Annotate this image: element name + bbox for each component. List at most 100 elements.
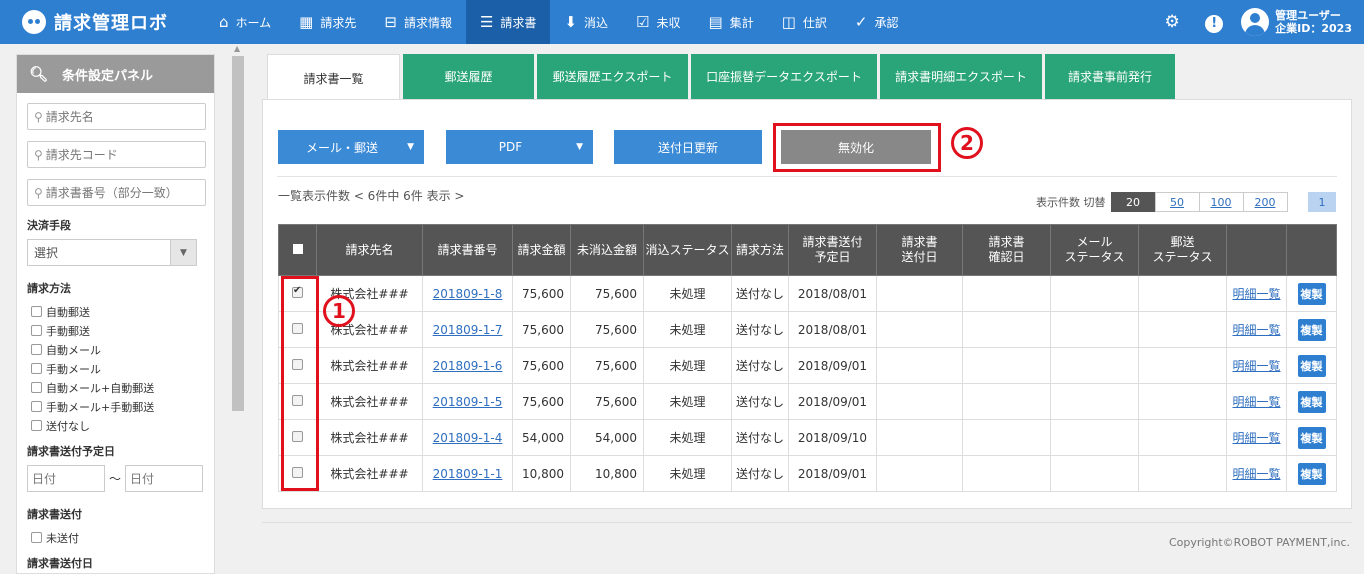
method-checkbox-5[interactable]: 手動メール+手動郵送 <box>27 397 204 416</box>
nav-label: 集計 <box>729 15 754 30</box>
select-all-header[interactable] <box>278 224 317 276</box>
invoice-number-link[interactable]: 201809-1-8 <box>422 275 513 312</box>
per-page-200[interactable]: 200 <box>1242 192 1288 212</box>
sent-date-cell <box>876 347 963 384</box>
client-name-input[interactable]: ⚲ 請求先名 <box>27 103 206 130</box>
search-icon: ⚲ <box>34 185 43 200</box>
method-label: 請求方法 <box>27 282 71 295</box>
panel-header[interactable]: 🔍︎ 条件設定パネル <box>17 55 214 93</box>
duplicate-button[interactable]: 複製 <box>1297 426 1326 449</box>
unsent-checkbox[interactable]: 未送付 <box>27 528 204 547</box>
nav-item-6[interactable]: ▤ 集計 <box>695 0 768 44</box>
annotation-two: 2 <box>951 127 983 159</box>
sidebar-scrollbar[interactable]: ▲ <box>231 44 245 574</box>
nav-item-5[interactable]: ☑ 未収 <box>622 0 694 44</box>
method-checkbox-6[interactable]: 送付なし <box>27 416 204 435</box>
duplicate-button[interactable]: 複製 <box>1297 462 1326 485</box>
tab-1[interactable]: 郵送履歴 <box>403 54 534 99</box>
amount-cell: 54,000 <box>512 419 571 456</box>
tab-2[interactable]: 郵送履歴エクスポート <box>537 54 688 99</box>
duplicate-button[interactable]: 複製 <box>1297 318 1326 341</box>
checkbox-icon: ☑ <box>636 13 650 31</box>
invoice-number-link[interactable]: 201809-1-4 <box>422 419 513 456</box>
duplicate-button[interactable]: 複製 <box>1297 390 1326 413</box>
method-checkbox-0[interactable]: 自動郵送 <box>27 302 204 321</box>
detail-link[interactable]: 明細一覧 <box>1226 347 1287 384</box>
detail-link[interactable]: 明細一覧 <box>1226 383 1287 420</box>
nav-item-8[interactable]: ✓ 承認 <box>841 0 913 44</box>
duplicate-button[interactable]: 複製 <box>1297 354 1326 377</box>
date-from-input[interactable]: 日付 <box>27 465 105 492</box>
nav-right: ⚙ ! 管理ユーザー 企業ID：2023 <box>1151 0 1364 44</box>
divider <box>277 176 1337 177</box>
invoice-number-link[interactable]: 201809-1-5 <box>422 383 513 420</box>
invalidate-button[interactable]: 無効化 <box>781 130 931 164</box>
tab-4[interactable]: 請求書明細エクスポート <box>880 54 1042 99</box>
sent-date-cell <box>876 383 963 420</box>
pdf-button[interactable]: PDF ▼ <box>446 130 593 164</box>
select-all-checkbox[interactable] <box>292 243 303 254</box>
per-page-20[interactable]: 20 <box>1110 192 1156 212</box>
nav-item-1[interactable]: ▦ 請求先 <box>285 0 370 44</box>
client-code-input[interactable]: ⚲ 請求先コード <box>27 141 206 168</box>
detail-link[interactable]: 明細一覧 <box>1226 419 1287 456</box>
tab-3[interactable]: 口座振替データエクスポート <box>691 54 877 99</box>
method-checkbox-4[interactable]: 自動メール+自動郵送 <box>27 378 204 397</box>
nav-item-7[interactable]: ◫ 仕訳 <box>768 0 841 44</box>
notice-icon[interactable]: ! <box>1193 12 1235 33</box>
amount-cell: 75,600 <box>512 347 571 384</box>
gear-icon[interactable]: ⚙ <box>1151 12 1193 32</box>
nav-item-3[interactable]: ☰ 請求書 <box>465 0 551 44</box>
scroll-up-icon[interactable]: ▲ <box>234 44 240 53</box>
tab-5[interactable]: 請求書事前発行 <box>1045 54 1175 99</box>
duplicate-button[interactable]: 複製 <box>1297 282 1326 305</box>
invoice-number-link[interactable]: 201809-1-6 <box>422 347 513 384</box>
scheduled-date-cell: 2018/09/01 <box>788 383 877 420</box>
per-page-100[interactable]: 100 <box>1198 192 1244 212</box>
per-page-50[interactable]: 50 <box>1154 192 1200 212</box>
page-1-button[interactable]: 1 <box>1308 192 1336 212</box>
client-cell: 株式会社### <box>316 419 423 456</box>
nav-label: ホーム <box>235 15 272 30</box>
status-cell: 未処理 <box>643 383 732 420</box>
per-page-switcher: 表示件数 切替 20 50 100 200 <box>1036 192 1288 212</box>
amount-cell: 75,600 <box>512 383 571 420</box>
duplicate-cell: 複製 <box>1286 455 1337 492</box>
scheduled-date-cell: 2018/09/01 <box>788 455 877 492</box>
invoice-number-link[interactable]: 201809-1-7 <box>422 311 513 348</box>
footer-divider <box>262 522 1352 523</box>
detail-link[interactable]: 明細一覧 <box>1226 275 1287 312</box>
date-to-input[interactable]: 日付 <box>125 465 204 492</box>
chevron-down-icon: ▼ <box>170 240 196 265</box>
scroll-thumb[interactable] <box>232 56 244 411</box>
columns-icon: ◫ <box>781 13 796 31</box>
update-send-date-button[interactable]: 送付日更新 <box>614 130 762 164</box>
payment-select[interactable]: 選択 ▼ <box>27 239 197 266</box>
brand-logo[interactable]: 請求管理ロボ <box>0 9 205 35</box>
amount-cell: 75,600 <box>512 311 571 348</box>
nav-item-2[interactable]: ⊟ 請求情報 <box>370 0 466 44</box>
detail-link[interactable]: 明細一覧 <box>1226 311 1287 348</box>
column-header-1: 請求書番号 <box>422 224 513 276</box>
status-cell: 未処理 <box>643 347 732 384</box>
copyright: Copyright©ROBOT PAYMENT,inc. <box>1168 536 1350 549</box>
mail-post-button[interactable]: メール・郵送 ▼ <box>278 130 424 164</box>
method-checkbox-3[interactable]: 手動メール <box>27 359 204 378</box>
method-checkbox-1[interactable]: 手動郵送 <box>27 321 204 340</box>
nav-item-0[interactable]: ⌂ ホーム <box>205 0 285 44</box>
detail-link[interactable]: 明細一覧 <box>1226 455 1287 492</box>
confirmed-date-cell <box>962 383 1051 420</box>
invoice-number-link[interactable]: 201809-1-1 <box>422 455 513 492</box>
invoice-number-input[interactable]: ⚲ 請求書番号（部分一致） <box>27 179 206 206</box>
table-row: 株式会社### 201809-1-5 75,600 75,600 未処理 送付なし 2018… <box>278 383 1337 420</box>
company-id: 企業ID：2023 <box>1275 22 1352 35</box>
method-checkbox-2[interactable]: 自動メール <box>27 340 204 359</box>
table-row: 株式会社### 201809-1-4 54,000 54,000 未処理 送付なし 2018… <box>278 419 1337 456</box>
user-menu[interactable]: 管理ユーザー 企業ID：2023 <box>1235 8 1364 36</box>
confirmed-date-cell <box>962 455 1051 492</box>
tab-0[interactable]: 請求書一覧 <box>267 54 400 101</box>
nav-item-4[interactable]: ⬇ 消込 <box>550 0 622 44</box>
home-icon: ⌂ <box>219 13 229 31</box>
method-cell: 送付なし <box>731 419 789 456</box>
search-icon: ⚲ <box>34 109 43 124</box>
